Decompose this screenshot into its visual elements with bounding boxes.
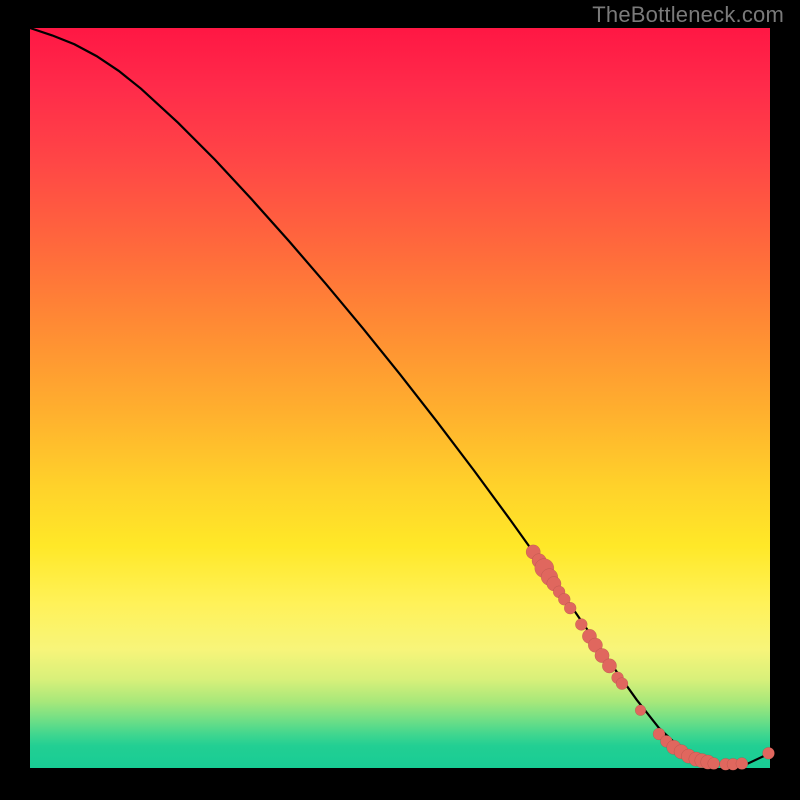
- chart-stage: TheBottleneck.com: [0, 0, 800, 800]
- data-markers: [526, 545, 775, 771]
- data-marker: [763, 747, 775, 759]
- data-marker: [564, 602, 576, 614]
- data-marker: [575, 618, 587, 630]
- data-marker: [616, 678, 628, 690]
- data-marker: [635, 705, 646, 716]
- watermark-text: TheBottleneck.com: [592, 2, 784, 28]
- plot-area: [30, 28, 770, 768]
- data-marker: [708, 758, 720, 770]
- data-marker: [736, 758, 748, 770]
- data-marker: [602, 659, 616, 673]
- bottleneck-curve: [30, 28, 770, 765]
- curve-svg: [30, 28, 770, 768]
